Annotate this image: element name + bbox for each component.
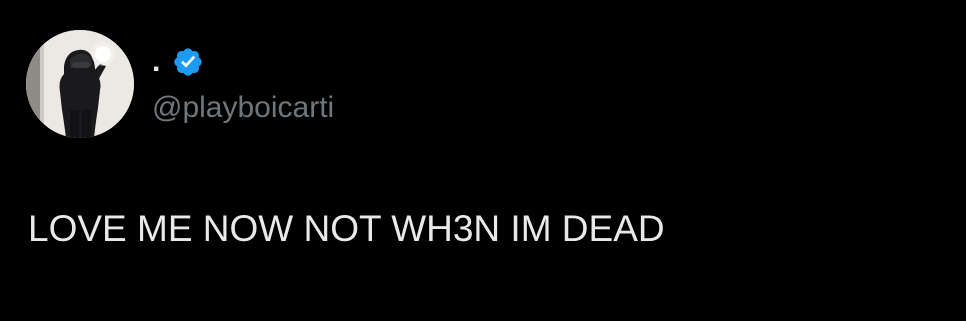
avatar[interactable] bbox=[26, 30, 134, 138]
tweet-text: LOVE ME NOW NOT WH3N IM DEAD bbox=[28, 208, 665, 249]
author-name-row[interactable]: . bbox=[152, 42, 204, 82]
profile-photo-icon bbox=[26, 30, 134, 138]
display-name[interactable]: . bbox=[152, 42, 160, 82]
verified-badge-icon bbox=[172, 46, 204, 78]
author-handle[interactable]: @playboicarti bbox=[152, 88, 334, 128]
tweet-card: . @playboicarti LOVE ME NOW NOT WH3N IM … bbox=[0, 0, 966, 321]
